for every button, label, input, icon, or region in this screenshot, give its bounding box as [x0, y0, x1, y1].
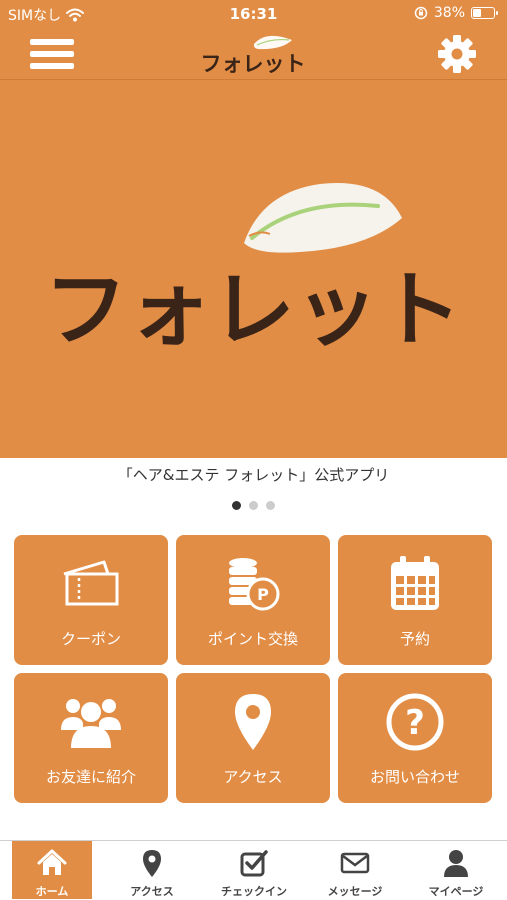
group-icon: [61, 698, 121, 748]
ticket-icon: [63, 560, 119, 605]
status-right: 38%: [414, 5, 498, 21]
contact-label: お問い合わせ: [369, 767, 460, 786]
banner-caption: 「ヘア&エステ フォレット」公式アプリ: [117, 466, 390, 484]
battery-icon: [471, 7, 498, 19]
bottom-tab-bar: ホーム アクセス チェックイン メッセージ マイページ: [0, 840, 507, 900]
tab-mypage[interactable]: マイページ: [416, 841, 496, 899]
tab-home[interactable]: ホーム: [12, 841, 92, 899]
calendar-icon: [391, 555, 439, 610]
carousel-dots: [0, 501, 507, 510]
coupon-tile[interactable]: クーポン: [14, 535, 168, 665]
hero-banner[interactable]: フォレット: [0, 80, 507, 458]
hero-logo-text: フォレット: [44, 263, 462, 358]
app-header: フォレット: [0, 28, 507, 80]
access-tile[interactable]: アクセス: [176, 673, 330, 803]
refer-friend-label: お友達に紹介: [45, 767, 136, 786]
home-icon: [37, 849, 67, 875]
tab-checkin-label: チェックイン: [221, 885, 287, 898]
coins-icon: P: [229, 557, 280, 610]
reservation-label: 予約: [399, 629, 430, 648]
tab-home-label: ホーム: [35, 885, 69, 898]
access-label: アクセス: [223, 767, 283, 786]
carousel-dot-1[interactable]: [232, 501, 241, 510]
point-exchange-label: ポイント交換: [207, 629, 298, 648]
envelope-icon: [340, 852, 370, 874]
battery-level: [473, 9, 481, 17]
hero-logo: フォレット: [44, 182, 462, 358]
tab-access[interactable]: アクセス: [112, 841, 192, 899]
coupon-label: クーポン: [60, 629, 121, 648]
menu-grid: クーポン P ポイント交換 予約 お友達に紹介 アクセス ? お問い合わせ: [14, 535, 492, 803]
hamburger-menu-icon[interactable]: [30, 36, 74, 72]
svg-text:P: P: [257, 585, 269, 604]
tab-mypage-label: マイページ: [428, 885, 484, 898]
carousel-dot-3[interactable]: [266, 501, 275, 510]
tab-access-label: アクセス: [130, 885, 174, 898]
tab-checkin[interactable]: チェックイン: [214, 841, 294, 899]
header-logo-text: フォレット: [201, 52, 306, 76]
point-exchange-tile[interactable]: P ポイント交換: [176, 535, 330, 665]
svg-text:?: ?: [405, 703, 425, 743]
contact-tile[interactable]: ? お問い合わせ: [338, 673, 492, 803]
gear-icon[interactable]: [437, 34, 477, 74]
reservation-tile[interactable]: 予約: [338, 535, 492, 665]
header-logo: フォレット: [201, 35, 306, 76]
tab-message-label: メッセージ: [327, 885, 383, 898]
tab-message[interactable]: メッセージ: [315, 841, 395, 899]
checkin-icon: [240, 850, 268, 877]
status-bar: SIMなし 16:31 38%: [0, 0, 507, 28]
battery-percent: 38%: [433, 5, 465, 21]
map-pin-icon: [143, 850, 161, 877]
question-icon: ?: [386, 693, 444, 750]
carousel-dot-2[interactable]: [249, 501, 258, 510]
map-pin-icon: [235, 693, 271, 750]
user-icon: [444, 850, 468, 877]
orientation-lock-icon: [414, 6, 428, 20]
refer-friend-tile[interactable]: お友達に紹介: [14, 673, 168, 803]
